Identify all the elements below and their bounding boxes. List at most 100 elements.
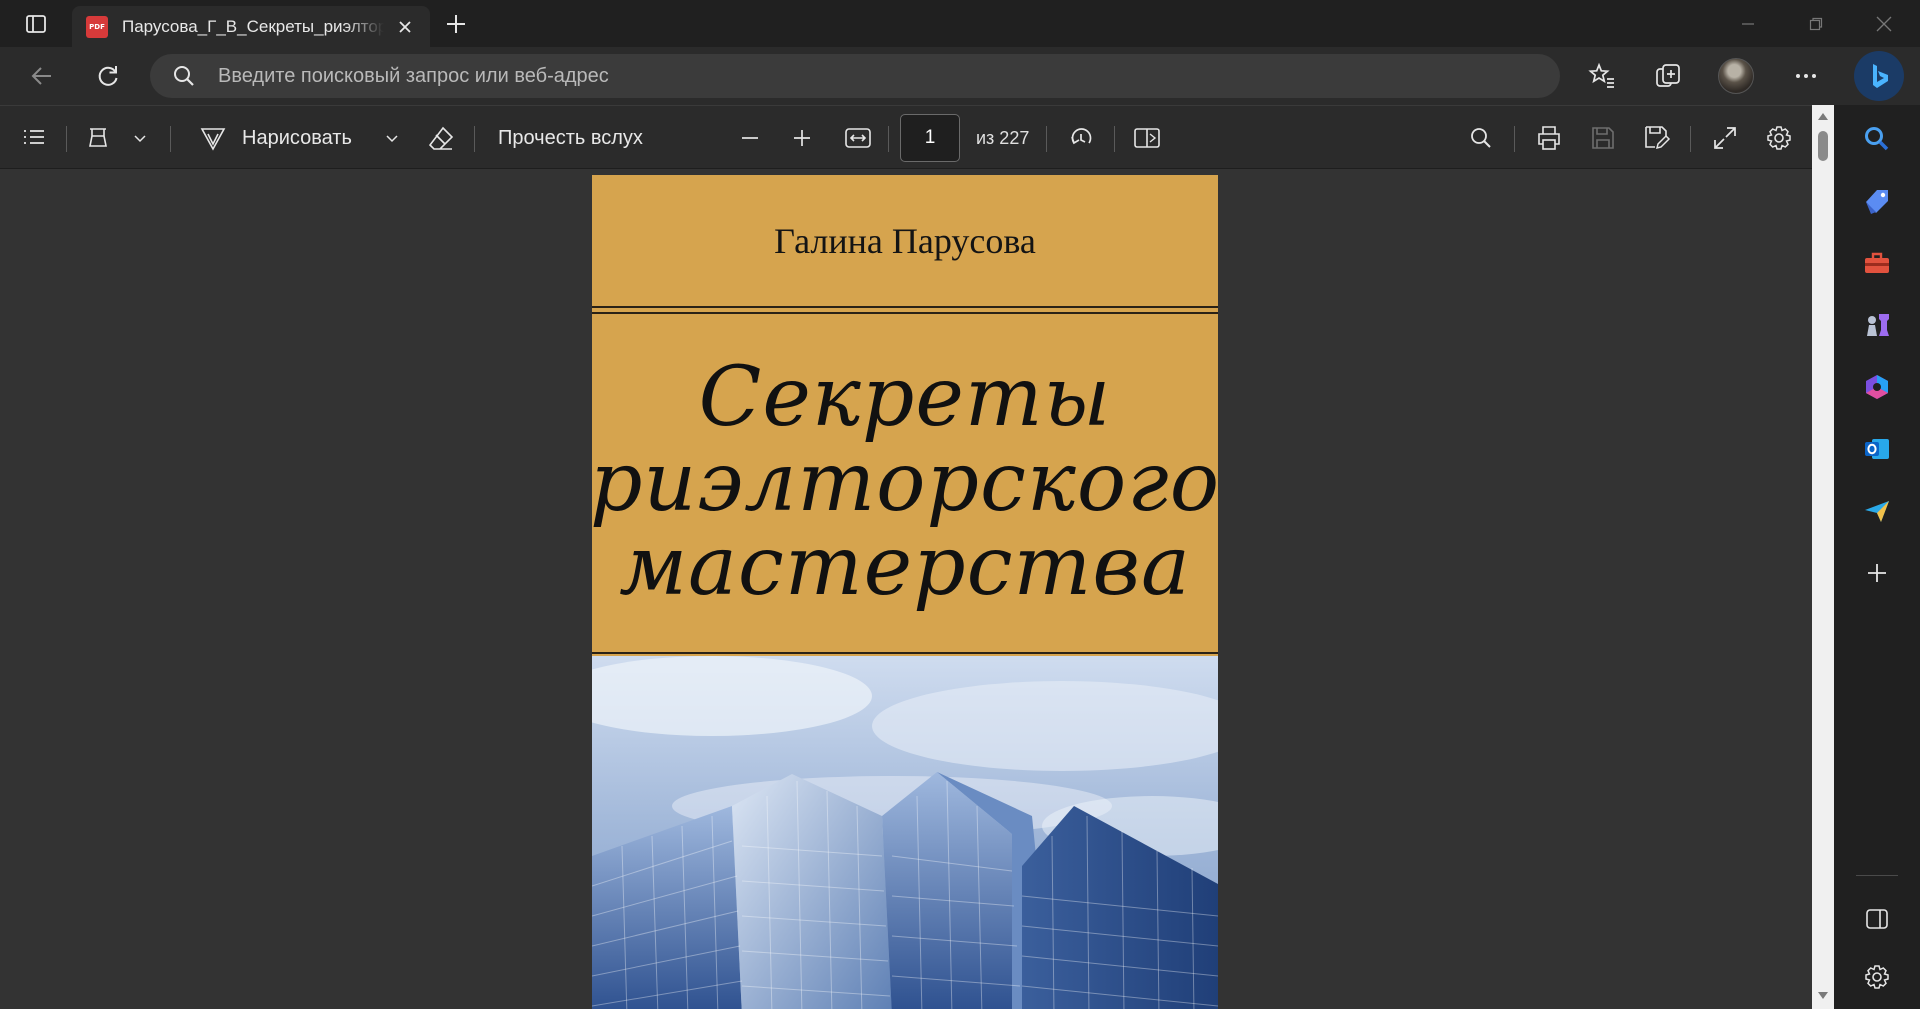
search-icon <box>1471 128 1491 148</box>
tab-actions-button[interactable] <box>14 8 58 40</box>
toolbar-divider <box>1114 126 1115 152</box>
split-screen-icon <box>1866 909 1888 929</box>
page-view-button[interactable] <box>1130 122 1164 154</box>
read-aloud-button[interactable]: Прочесть вслух <box>498 122 643 154</box>
paper-plane-icon <box>1865 501 1889 522</box>
zoom-out-button[interactable] <box>734 122 766 154</box>
toolbar-divider <box>888 126 889 152</box>
outlook-icon <box>1865 439 1889 459</box>
chevron-down-icon <box>386 135 398 143</box>
refresh-icon <box>98 66 118 86</box>
sidebar-drop-button[interactable] <box>1857 491 1897 531</box>
pdf-settings-button[interactable] <box>1762 122 1796 154</box>
highlighter-icon <box>89 128 107 147</box>
fit-width-icon <box>845 128 871 148</box>
address-bar[interactable] <box>150 54 1560 98</box>
restore-icon <box>1809 17 1823 30</box>
page-number-input[interactable] <box>900 114 960 162</box>
rotate-icon <box>1071 128 1092 145</box>
sidebar-games-button[interactable] <box>1857 305 1897 345</box>
page-total-label: из 227 <box>976 128 1030 148</box>
collections-icon <box>1656 64 1680 87</box>
plus-icon <box>1868 564 1886 582</box>
back-button[interactable] <box>22 56 62 96</box>
close-window-icon <box>1876 16 1892 31</box>
close-window-button[interactable] <box>1850 0 1918 47</box>
tab-actions-icon <box>26 15 46 33</box>
cover-author-band: Галина Парусова <box>592 175 1218 308</box>
new-tab-button[interactable] <box>440 8 472 40</box>
edge-sidebar <box>1834 105 1920 1009</box>
favorites-button[interactable] <box>1582 56 1622 96</box>
printer-icon <box>1538 126 1560 150</box>
refresh-button[interactable] <box>88 56 128 96</box>
sidebar-microsoft365-button[interactable] <box>1857 367 1897 407</box>
contents-button[interactable] <box>18 122 50 154</box>
zoom-in-button[interactable] <box>786 122 818 154</box>
triangle-up-icon <box>1818 113 1828 120</box>
collections-button[interactable] <box>1648 56 1688 96</box>
toolbar-divider <box>474 126 475 152</box>
rotate-button[interactable] <box>1064 122 1098 154</box>
sidebar-divider <box>1856 875 1898 876</box>
minimize-button[interactable] <box>1714 0 1782 47</box>
pdf-page: Галина Парусова Секреты риэлторского мас… <box>589 175 1221 1009</box>
vertical-scrollbar[interactable] <box>1812 105 1834 1009</box>
search-icon <box>1865 127 1889 151</box>
highlight-button[interactable] <box>82 122 114 154</box>
toolbar-divider <box>1046 126 1047 152</box>
more-icon <box>1796 74 1816 78</box>
sidebar-add-button[interactable] <box>1857 553 1897 593</box>
fullscreen-button[interactable] <box>1708 122 1742 154</box>
draw-button[interactable]: Нарисовать <box>242 122 352 154</box>
pdf-toolbar: Нарисовать Прочесть вслух из 227 <box>0 105 1812 169</box>
toolbar-divider <box>170 126 171 152</box>
more-button[interactable] <box>1786 56 1826 96</box>
navigation-bar <box>0 47 1920 105</box>
expand-icon <box>1714 127 1736 149</box>
print-button[interactable] <box>1532 122 1566 154</box>
pdf-file-icon: PDF <box>86 15 108 38</box>
book-author: Галина Парусова <box>774 220 1036 261</box>
close-icon <box>399 20 411 33</box>
sidebar-tools-button[interactable] <box>1857 243 1897 283</box>
scroll-up-arrow[interactable] <box>1816 109 1830 123</box>
plus-icon <box>794 130 810 146</box>
triangle-down-icon <box>1818 992 1828 999</box>
table-of-contents-icon <box>24 130 44 144</box>
sidebar-split-button[interactable] <box>1857 899 1897 939</box>
toolbar-divider <box>1514 126 1515 152</box>
sidebar-outlook-button[interactable] <box>1857 429 1897 469</box>
cover-skyscraper-image <box>592 656 1218 1009</box>
save-as-button[interactable] <box>1640 122 1674 154</box>
two-page-view-icon <box>1134 128 1160 148</box>
tab-title: Парусова_Г_В_Секреты_риэлторского_мастер… <box>122 16 384 36</box>
plus-icon <box>447 15 465 33</box>
active-tab[interactable]: PDF Парусова_Г_В_Секреты_риэлторского_ма… <box>72 6 430 47</box>
favorites-icon <box>1588 62 1614 88</box>
save-icon <box>1592 127 1614 149</box>
tab-close-button[interactable] <box>392 14 418 40</box>
scrollbar-thumb[interactable] <box>1818 131 1828 161</box>
find-button[interactable] <box>1464 122 1498 154</box>
book-title-line-2: риэлторского <box>589 434 1221 530</box>
restore-button[interactable] <box>1782 0 1850 47</box>
profile-avatar[interactable] <box>1718 58 1754 94</box>
draw-icon-button[interactable] <box>196 122 230 154</box>
sidebar-search-button[interactable] <box>1857 119 1897 159</box>
book-title-line-1: Секреты <box>698 350 1112 446</box>
pdf-viewer[interactable]: Галина Парусова Секреты риэлторского мас… <box>0 169 1812 1009</box>
address-input[interactable] <box>218 64 1418 88</box>
save-button[interactable] <box>1586 122 1620 154</box>
scroll-down-arrow[interactable] <box>1816 989 1830 1003</box>
shopping-tag-icon <box>1866 190 1888 214</box>
sidebar-settings-button[interactable] <box>1857 957 1897 997</box>
highlight-dropdown[interactable] <box>128 122 152 154</box>
chess-pieces-icon <box>1867 314 1889 336</box>
bing-copilot-button[interactable] <box>1854 51 1904 101</box>
sidebar-shopping-button[interactable] <box>1857 181 1897 221</box>
draw-dropdown[interactable] <box>380 122 404 154</box>
fit-width-button[interactable] <box>840 122 876 154</box>
erase-button[interactable] <box>424 122 458 154</box>
minus-icon <box>742 137 758 139</box>
